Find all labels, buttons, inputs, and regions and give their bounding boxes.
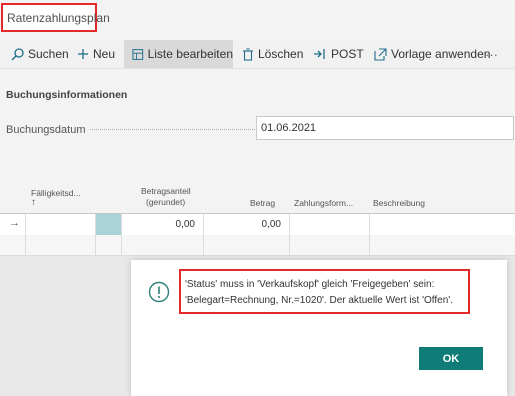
- sort-arrow-icon: ↑: [31, 197, 36, 208]
- apply-template-button[interactable]: Vorlage anwenden: [374, 40, 490, 68]
- row-selector[interactable]: [0, 235, 26, 255]
- delete-button[interactable]: Löschen: [242, 40, 303, 68]
- edit-list-label: Liste bearbeiten: [147, 47, 233, 61]
- amount-value: 0,00: [261, 219, 281, 230]
- edit-list-icon: [132, 48, 144, 60]
- post-label: POST: [331, 47, 364, 61]
- search-icon: [11, 47, 24, 60]
- cell-selected[interactable]: [96, 214, 122, 236]
- cell-payment-form[interactable]: [290, 235, 370, 255]
- new-label: Neu: [93, 47, 116, 61]
- column-due-date[interactable]: Fälligkeitsd...: [31, 188, 81, 198]
- action-toolbar: Suchen Neu Liste bearbeiten Löschen POST: [0, 40, 515, 69]
- posting-date-field[interactable]: 01.06.2021: [256, 116, 514, 140]
- column-amount-part-line1[interactable]: Betragsanteil: [141, 186, 191, 196]
- cell-due-date[interactable]: [26, 214, 96, 236]
- column-amount-part-line2: (gerundet): [146, 197, 186, 207]
- more-actions-button[interactable]: ···: [485, 40, 498, 68]
- cell-description[interactable]: [370, 235, 515, 255]
- row-selector[interactable]: →: [0, 214, 26, 236]
- column-description[interactable]: Beschreibung: [373, 198, 425, 208]
- trash-icon: [243, 47, 253, 61]
- section-title: Buchungsinformationen: [6, 89, 128, 101]
- grid-header: Fälligkeitsd... ↑ Betragsanteil (gerunde…: [0, 181, 515, 213]
- error-message-highlight: 'Status' muss in 'Verkaufskopf' gleich '…: [179, 269, 470, 314]
- error-message-line1: 'Status' muss in 'Verkaufskopf' gleich '…: [185, 279, 435, 290]
- error-message-line2: 'Belegart=Rechnung, Nr.=1020'. Der aktue…: [185, 295, 453, 306]
- posting-date-label: Buchungsdatum: [6, 124, 86, 136]
- cell-description[interactable]: [370, 214, 515, 236]
- cell-blank[interactable]: [96, 235, 122, 255]
- cell-payment-form[interactable]: [290, 214, 370, 236]
- template-icon: [374, 47, 387, 61]
- new-button[interactable]: Neu: [77, 40, 115, 68]
- cell-amount[interactable]: 0,00: [204, 214, 290, 236]
- amount-part-value: 0,00: [175, 219, 195, 230]
- row-arrow-icon: →: [9, 217, 20, 229]
- column-payment-form[interactable]: Zahlungsform...: [294, 198, 353, 208]
- ok-button[interactable]: OK: [419, 347, 483, 370]
- delete-label: Löschen: [258, 47, 304, 61]
- warning-icon: [148, 281, 170, 303]
- page-title: Ratenzahlungsplan: [7, 11, 110, 25]
- plus-icon: [78, 49, 88, 59]
- error-dialog: 'Status' muss in 'Verkaufskopf' gleich '…: [131, 260, 507, 396]
- edit-list-button[interactable]: Liste bearbeiten: [124, 40, 233, 68]
- search-button[interactable]: Suchen: [11, 40, 69, 68]
- table-row[interactable]: [0, 235, 515, 256]
- apply-template-label: Vorlage anwenden: [391, 47, 491, 61]
- field-leader-dots: [90, 129, 255, 130]
- cell-due-date[interactable]: [26, 235, 96, 255]
- cell-amount-part[interactable]: [122, 235, 204, 255]
- post-button[interactable]: POST: [313, 40, 364, 68]
- column-amount[interactable]: Betrag: [250, 198, 275, 208]
- cell-amount[interactable]: [204, 235, 290, 255]
- cell-amount-part[interactable]: 0,00: [122, 214, 204, 236]
- search-label: Suchen: [28, 47, 69, 61]
- post-icon: [314, 49, 325, 59]
- table-row[interactable]: → 0,00 0,00: [0, 213, 515, 237]
